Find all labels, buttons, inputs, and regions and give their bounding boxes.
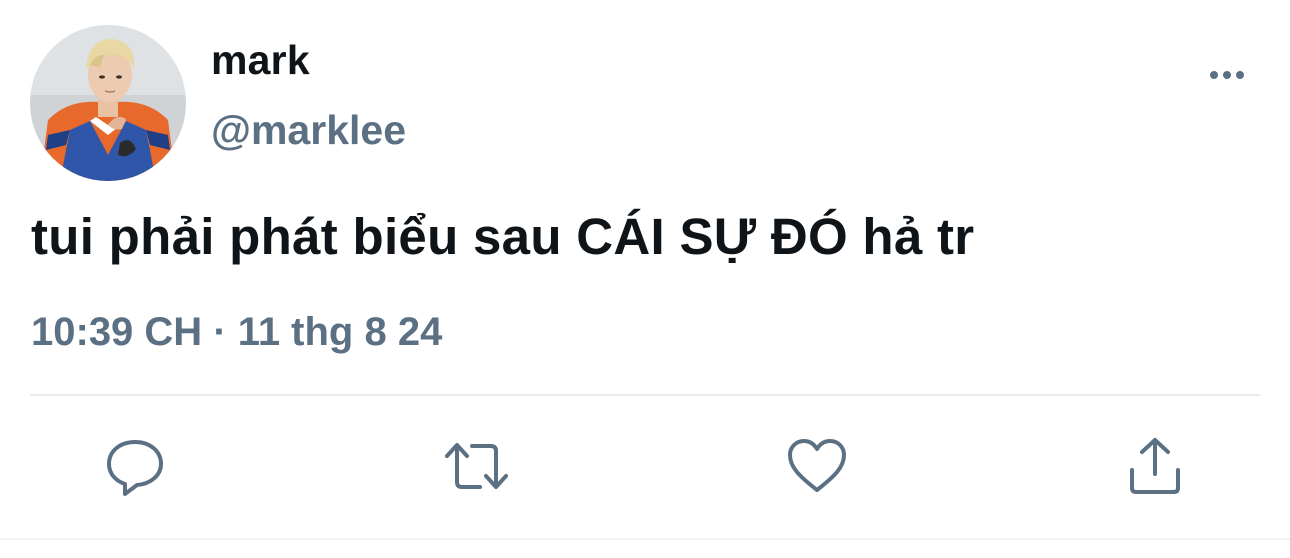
ellipsis-icon	[1210, 71, 1244, 79]
tweet-card: mark @marklee tui phải phát biểu sau CÁI…	[0, 0, 1290, 558]
reply-button[interactable]	[103, 434, 167, 498]
author-display-name[interactable]: mark	[211, 37, 310, 84]
meta-separator: ·	[213, 310, 227, 354]
more-options-button[interactable]	[1196, 58, 1256, 92]
tweet-text: tui phải phát biểu sau CÁI SỰ ĐÓ hả tr	[31, 208, 975, 265]
like-button[interactable]	[785, 434, 849, 498]
avatar[interactable]	[30, 25, 186, 181]
retweet-arrows-icon	[445, 443, 508, 489]
divider	[30, 394, 1260, 396]
author-handle[interactable]: @marklee	[211, 107, 406, 154]
bottom-divider	[0, 538, 1290, 540]
tweet-time: 10:39 CH	[31, 310, 203, 354]
avatar-image	[30, 25, 186, 181]
retweet-button[interactable]	[442, 434, 508, 498]
speech-bubble-icon	[107, 440, 163, 496]
share-upload-icon	[1130, 438, 1180, 494]
heart-icon	[788, 439, 846, 492]
share-button[interactable]	[1124, 434, 1188, 498]
tweet-date: 11 thg 8 24	[237, 310, 443, 354]
tweet-timestamp[interactable]: 10:39 CH · 11 thg 8 24	[31, 310, 442, 355]
